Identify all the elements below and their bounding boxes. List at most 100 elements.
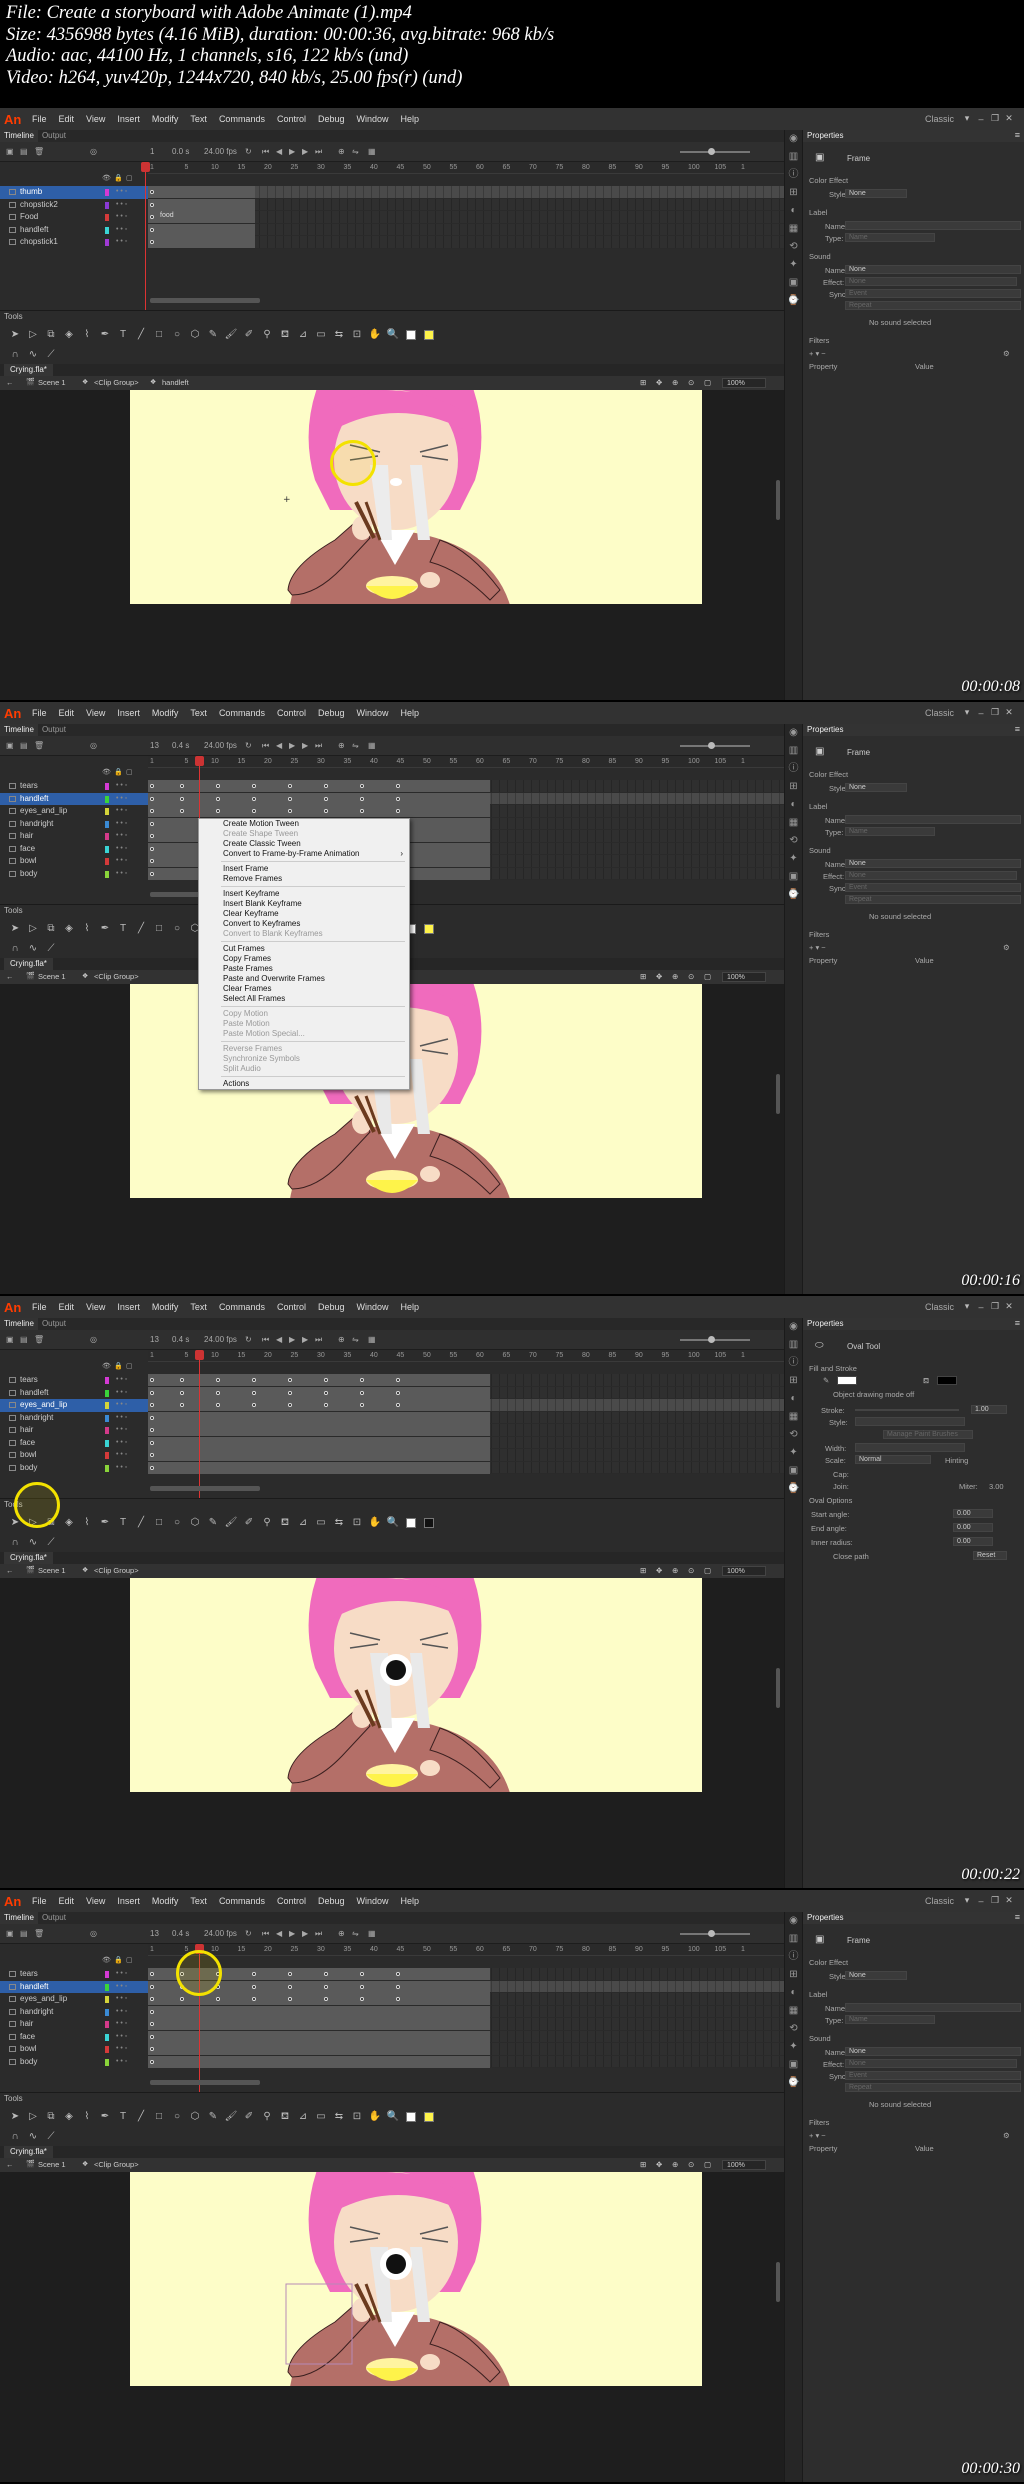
layer-row-hair[interactable]: hair • • ▫ bbox=[0, 830, 148, 843]
back-arrow-icon[interactable]: ← bbox=[6, 1564, 14, 1578]
gear-icon[interactable]: ⚙ bbox=[1003, 349, 1010, 358]
layer-row-body[interactable]: body • • ▫ bbox=[0, 1462, 148, 1475]
layer-color-swatch[interactable] bbox=[105, 239, 109, 246]
layer-row-chopstick1[interactable]: chopstick1 • • ▫ bbox=[0, 236, 148, 249]
info-icon[interactable]: ⓘ bbox=[785, 1948, 802, 1966]
layer-toggles[interactable]: • • ▫ bbox=[116, 2056, 127, 2069]
edit-multiple-icon[interactable]: ▦ bbox=[368, 1335, 376, 1344]
menu-control[interactable]: Control bbox=[271, 114, 312, 124]
keyframe[interactable] bbox=[150, 202, 154, 207]
keyframe[interactable] bbox=[252, 1378, 256, 1382]
context-menu-item[interactable]: Create Motion Tween bbox=[199, 819, 409, 829]
components-icon[interactable]: ▣ bbox=[785, 868, 802, 886]
layer-color-swatch[interactable] bbox=[105, 1414, 109, 1422]
layer-color-swatch[interactable] bbox=[105, 1427, 109, 1434]
straighten-icon[interactable]: ⟋ bbox=[42, 1535, 60, 1551]
snap-magnet-icon[interactable]: ∩ bbox=[6, 1535, 24, 1551]
keyframe[interactable] bbox=[150, 821, 154, 826]
keyframe[interactable] bbox=[360, 796, 364, 801]
layer-color-swatch[interactable] bbox=[105, 1389, 109, 1397]
keyframe[interactable] bbox=[150, 1428, 154, 1432]
layer-color-swatch[interactable] bbox=[105, 201, 109, 209]
frame-rate[interactable]: 24.00 fps bbox=[204, 1929, 237, 1938]
center-stage-icon[interactable]: ⊕ bbox=[672, 1564, 678, 1578]
section-color-effect[interactable]: Color Effect bbox=[809, 176, 848, 185]
new-folder-icon[interactable]: ▤ bbox=[20, 1335, 28, 1344]
subselect-tool-icon[interactable]: ▷ bbox=[24, 2109, 42, 2125]
align-icon[interactable]: ⊞ bbox=[785, 778, 802, 796]
width-tool-icon[interactable]: ⇆ bbox=[330, 2109, 348, 2125]
paint-brush-icon[interactable]: ✐ bbox=[240, 327, 258, 343]
smooth-icon[interactable]: ∿ bbox=[24, 941, 42, 957]
outline-icon[interactable]: ▢ bbox=[126, 1362, 133, 1370]
paint-brush-icon[interactable]: ✐ bbox=[240, 2109, 258, 2125]
layer-row-Food[interactable]: Food • • ▫ bbox=[0, 211, 148, 224]
pencil-icon[interactable]: ✎ bbox=[204, 327, 222, 343]
breadcrumb-item[interactable]: Scene 1 bbox=[38, 1564, 66, 1578]
keyframe[interactable] bbox=[324, 1997, 328, 2001]
color-icon[interactable]: ◐ bbox=[785, 796, 802, 814]
menu-view[interactable]: View bbox=[80, 1896, 111, 1906]
tab-timeline[interactable]: Timeline bbox=[0, 1318, 38, 1330]
gradient-icon[interactable]: ◈ bbox=[60, 327, 78, 343]
frame-row[interactable] bbox=[148, 1449, 784, 1462]
width-profile-select[interactable] bbox=[855, 1443, 965, 1452]
keyframe[interactable] bbox=[150, 1453, 154, 1457]
align-icon[interactable]: ⊞ bbox=[785, 184, 802, 202]
playhead[interactable] bbox=[199, 1350, 200, 1498]
section-label[interactable]: Label bbox=[809, 802, 827, 811]
last-frame-icon[interactable]: ⏭ bbox=[315, 1335, 322, 1345]
new-layer-icon[interactable]: ▣ bbox=[6, 741, 14, 750]
sound-name-select[interactable]: None bbox=[845, 859, 1021, 868]
document-tab[interactable]: Crying.fla* bbox=[4, 364, 53, 376]
loop-icon[interactable]: ↻ bbox=[245, 1335, 252, 1344]
transform-icon[interactable]: ⟲ bbox=[785, 832, 802, 850]
layer-toggles[interactable]: • • ▫ bbox=[116, 1449, 127, 1462]
fill-color-swatch[interactable] bbox=[424, 1518, 434, 1528]
gear-icon[interactable]: ⚙ bbox=[1003, 2131, 1010, 2140]
bone-tool-icon[interactable]: ⚲ bbox=[258, 327, 276, 343]
layer-color-swatch[interactable] bbox=[105, 820, 109, 828]
stroke-color-swatch[interactable] bbox=[406, 330, 416, 340]
gear-icon[interactable]: ⚙ bbox=[1003, 943, 1010, 952]
motion-presets-icon[interactable]: ✦ bbox=[785, 256, 802, 274]
keyframe[interactable] bbox=[150, 215, 154, 219]
stroke-color-swatch[interactable] bbox=[406, 1518, 416, 1528]
breadcrumb-item[interactable]: Scene 1 bbox=[38, 970, 66, 984]
layer-color-swatch[interactable] bbox=[105, 845, 109, 853]
new-folder-icon[interactable]: ▤ bbox=[20, 147, 28, 156]
keyframe[interactable] bbox=[216, 809, 220, 813]
stage-scrollbar[interactable] bbox=[776, 1074, 780, 1114]
context-menu-item[interactable]: Select All Frames bbox=[199, 994, 409, 1004]
eye-icon[interactable]: 👁 bbox=[102, 174, 111, 182]
keyframe[interactable] bbox=[252, 796, 256, 801]
onion-skin-icon[interactable]: ◎ bbox=[90, 741, 97, 750]
stage-scrollbar[interactable] bbox=[776, 2262, 780, 2302]
line-tool-icon[interactable]: ╱ bbox=[132, 921, 150, 937]
sync-select[interactable]: Event bbox=[845, 883, 1021, 892]
layer-row-bowl[interactable]: bowl • • ▫ bbox=[0, 2043, 148, 2056]
keyframe[interactable] bbox=[150, 1403, 154, 1407]
eye-icon[interactable]: 👁 bbox=[102, 1956, 111, 1964]
playhead-handle[interactable] bbox=[195, 756, 204, 766]
menu-view[interactable]: View bbox=[80, 708, 111, 718]
lock-icon[interactable]: 🔒 bbox=[114, 1956, 123, 1964]
layer-row-handright[interactable]: handright • • ▫ bbox=[0, 2006, 148, 2019]
repeat-select[interactable]: Repeat bbox=[845, 895, 1021, 904]
pencil-icon[interactable]: ✎ bbox=[204, 2109, 222, 2125]
section-oval-options[interactable]: Oval Options bbox=[809, 1496, 852, 1505]
lock-icon[interactable]: 🔒 bbox=[114, 174, 123, 182]
layer-toggles[interactable]: • • ▫ bbox=[116, 780, 127, 793]
document-tab[interactable]: Crying.fla* bbox=[4, 958, 53, 970]
menu-edit[interactable]: Edit bbox=[53, 1896, 81, 1906]
breadcrumb-item[interactable]: Scene 1 bbox=[38, 2158, 66, 2172]
frame-ruler[interactable]: 1 5 10 15 20 25 30 35 40 45 50 55 60 65 70 75 80 85 90 95 10… bbox=[148, 162, 784, 174]
workspace-switcher[interactable]: Classic bbox=[925, 114, 954, 124]
edit-symbol-icon[interactable]: ✥ bbox=[656, 1564, 662, 1578]
layer-row-face[interactable]: face • • ▫ bbox=[0, 843, 148, 856]
components-icon[interactable]: ▣ bbox=[785, 274, 802, 292]
layer-toggles[interactable]: • • ▫ bbox=[116, 2006, 127, 2019]
layer-row-bowl[interactable]: bowl • • ▫ bbox=[0, 855, 148, 868]
reset-button[interactable]: Reset bbox=[973, 1551, 1007, 1560]
stage-area[interactable] bbox=[0, 1578, 784, 1888]
